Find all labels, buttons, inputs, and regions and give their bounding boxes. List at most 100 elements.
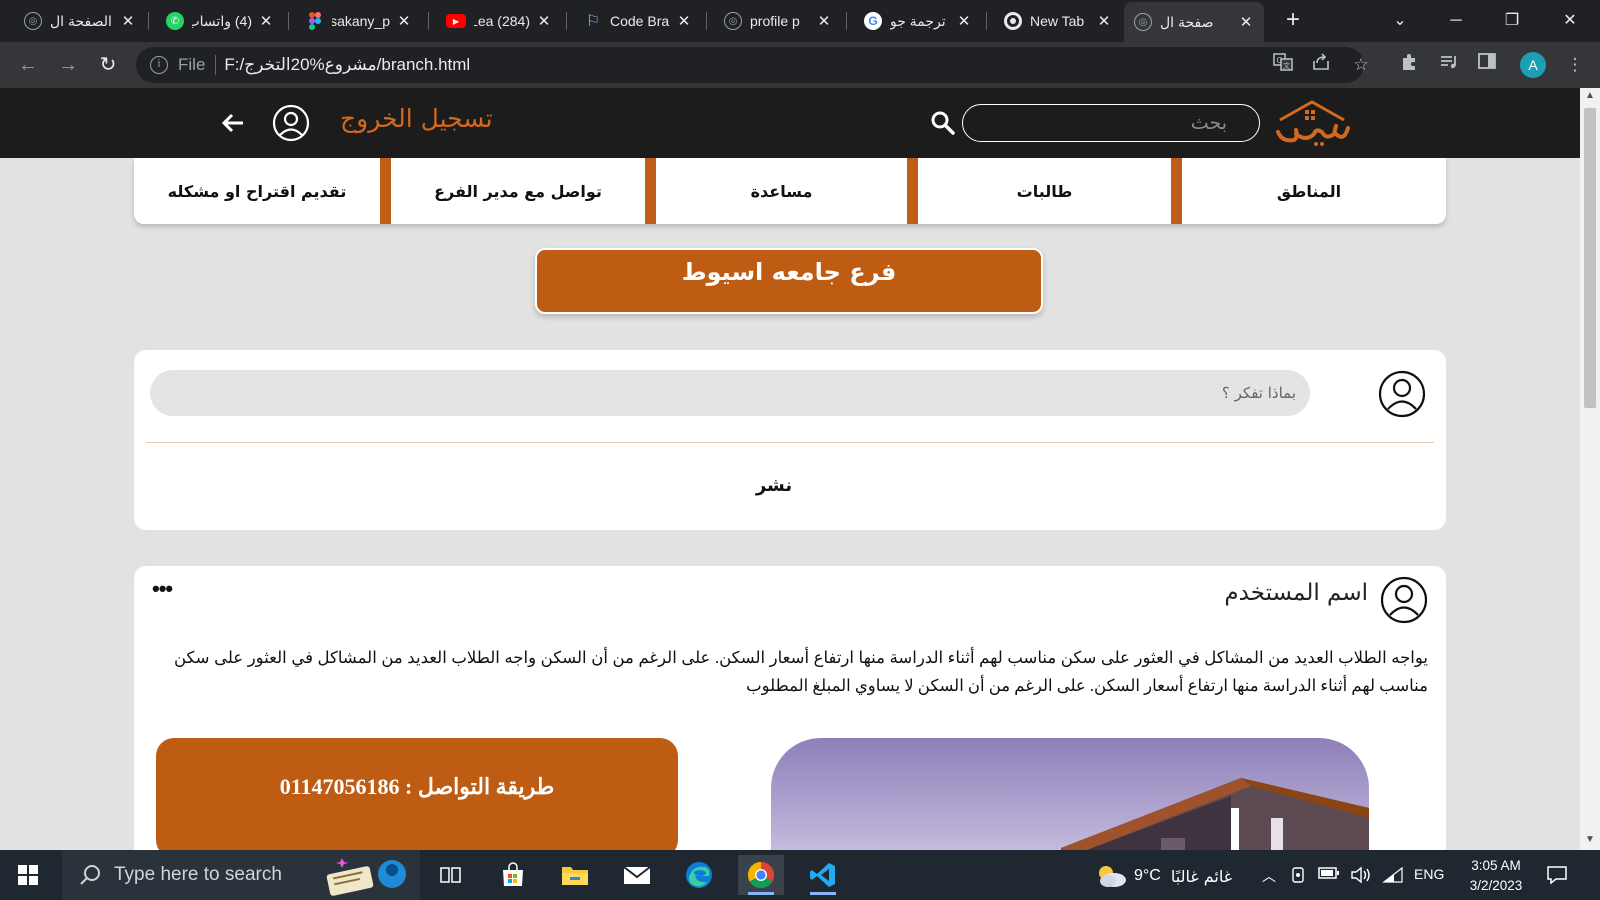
sakany-logo[interactable] xyxy=(1272,98,1352,150)
omnibox-divider xyxy=(215,55,217,75)
address-bar[interactable]: i File F:/مشروع%20التخرج/branch.html xyxy=(136,47,1364,83)
google-icon: G xyxy=(864,12,882,30)
user-profile-icon[interactable] xyxy=(272,104,310,142)
taskbar-file-explorer[interactable] xyxy=(552,855,598,895)
close-tab-icon[interactable]: ✕ xyxy=(816,12,832,30)
share-icon[interactable] xyxy=(1308,52,1334,78)
translate-icon[interactable]: G文 xyxy=(1270,52,1296,78)
close-tab-icon[interactable]: ✕ xyxy=(536,12,552,30)
battery-icon[interactable] xyxy=(1318,866,1340,883)
browser-tab[interactable]: ✆ (4) واتساب ✕ xyxy=(156,4,284,38)
composer-divider xyxy=(146,442,1434,443)
tab-separator xyxy=(288,12,289,30)
browser-tab[interactable]: ◎ الصفحة ال ✕ xyxy=(14,4,146,38)
taskbar-mail[interactable] xyxy=(614,855,660,895)
input-language-indicator[interactable]: ENG xyxy=(1414,866,1444,882)
browser-tab[interactable]: G ترجمة جو ✕ xyxy=(854,4,982,38)
browser-tab[interactable]: ⚐ Code Bra ✕ xyxy=(574,4,702,38)
figma-icon xyxy=(306,12,324,30)
extensions-icon[interactable] xyxy=(1396,52,1422,78)
logout-link[interactable]: تسجيل الخروج xyxy=(340,104,493,133)
menu-item-contact-manager[interactable]: تواصل مع مدير الفرع xyxy=(391,158,645,224)
close-tab-icon[interactable]: ✕ xyxy=(1096,12,1112,30)
taskbar-vscode[interactable] xyxy=(800,855,846,895)
tab-search-chevron-icon[interactable]: ⌄ xyxy=(1380,6,1420,36)
file-scheme-label: File xyxy=(178,55,206,74)
publish-button[interactable]: نشر xyxy=(674,468,874,502)
new-tab-button[interactable]: + xyxy=(1280,8,1306,34)
menu-item-help[interactable]: مساعدة xyxy=(656,158,907,224)
taskbar-microsoft-store[interactable] xyxy=(490,855,536,895)
security-tray-icon[interactable] xyxy=(1290,866,1306,887)
scrollbar-thumb[interactable] xyxy=(1584,108,1596,408)
tab-separator xyxy=(846,12,847,30)
site-search-input[interactable] xyxy=(963,105,1259,141)
show-hidden-icons-chevron-icon[interactable]: ︿ xyxy=(1262,866,1276,886)
post-body-text: يواجه الطلاب العديد من المشاكل في العثور… xyxy=(174,648,1428,695)
close-tab-icon[interactable]: ✕ xyxy=(120,12,136,30)
post-author-avatar-icon[interactable] xyxy=(1380,576,1428,624)
contact-info-box: طريقة التواصل : 01147056186 xyxy=(156,738,678,850)
url-text[interactable]: F:/مشروع%20التخرج/branch.html xyxy=(224,55,470,75)
forward-button[interactable]: → xyxy=(54,51,82,79)
close-tab-icon[interactable]: ✕ xyxy=(258,12,274,30)
minimize-button[interactable]: ─ xyxy=(1436,6,1476,36)
file-explorer-icon xyxy=(562,867,588,885)
mail-icon xyxy=(623,866,651,884)
taskbar-task-view[interactable] xyxy=(428,855,474,895)
taskbar-search-box[interactable]: Type here to search xyxy=(62,850,420,900)
browser-tab[interactable]: sakany_p ✕ xyxy=(296,4,422,38)
taskbar-chrome[interactable] xyxy=(738,855,784,895)
post-text-input[interactable] xyxy=(150,370,1310,416)
wifi-icon[interactable] xyxy=(1382,866,1404,887)
site-search-box[interactable] xyxy=(962,104,1260,142)
browser-tab-bar: ◎ الصفحة ال ✕ ✆ (4) واتساب ✕ sakany_p ✕ … xyxy=(0,0,1600,42)
globe-icon: ◎ xyxy=(724,12,742,30)
browser-tab[interactable]: ▶ (284) Lea ✕ xyxy=(436,4,562,38)
search-highlight-illustration-icon xyxy=(326,858,406,896)
back-arrow-icon[interactable] xyxy=(220,110,246,136)
tab-separator xyxy=(566,12,567,30)
youtube-icon: ▶ xyxy=(446,14,466,28)
taskbar-edge[interactable] xyxy=(676,855,722,895)
post-options-icon[interactable]: ••• xyxy=(152,576,173,602)
clock-time: 3:05 AM xyxy=(1471,858,1521,873)
close-tab-icon[interactable]: ✕ xyxy=(396,12,412,30)
scroll-down-arrow-icon[interactable]: ▼ xyxy=(1584,834,1596,845)
taskbar-clock[interactable]: 3:05 AM 3/2/2023 xyxy=(1456,856,1536,896)
taskbar-search-placeholder: Type here to search xyxy=(114,864,282,885)
restore-button[interactable]: ❐ xyxy=(1492,6,1532,36)
clock-date: 3/2/2023 xyxy=(1469,878,1523,893)
taskbar-weather-widget[interactable]: 9°C غائم غالبًا xyxy=(1094,863,1232,889)
browser-tab[interactable]: New Tab ✕ xyxy=(994,4,1122,38)
chrome-menu-icon[interactable]: ⋮ xyxy=(1562,52,1588,78)
user-avatar-icon xyxy=(1378,370,1426,418)
close-window-button[interactable]: ✕ xyxy=(1550,6,1590,36)
close-tab-icon[interactable]: ✕ xyxy=(956,12,972,30)
close-tab-icon[interactable]: ✕ xyxy=(676,12,692,30)
cloudy-weather-icon xyxy=(1099,866,1126,887)
menu-item-suggestion[interactable]: تقديم اقتراح او مشكله xyxy=(134,158,380,224)
info-icon[interactable]: i xyxy=(150,56,168,74)
profile-avatar[interactable]: A xyxy=(1520,52,1546,78)
browser-tab-active[interactable]: ◎ صفحة ال ✕ xyxy=(1124,2,1264,42)
side-panel-icon[interactable] xyxy=(1474,52,1500,78)
notifications-icon[interactable] xyxy=(1546,865,1568,885)
reload-button[interactable]: ↻ xyxy=(94,51,122,79)
volume-icon[interactable] xyxy=(1350,866,1372,887)
menu-item-female-students[interactable]: طالبات xyxy=(918,158,1171,224)
post-author-name[interactable]: اسم المستخدم xyxy=(1134,580,1368,606)
media-queue-icon[interactable] xyxy=(1436,52,1462,78)
scroll-up-arrow-icon[interactable]: ▲ xyxy=(1584,90,1596,101)
menu-divider xyxy=(1171,158,1182,224)
taskbar-search-icon xyxy=(80,865,100,885)
page-scrollbar[interactable]: ▲ ▼ xyxy=(1580,88,1600,850)
search-icon[interactable] xyxy=(930,110,956,136)
bookmark-star-icon[interactable]: ☆ xyxy=(1348,52,1374,78)
close-tab-icon[interactable]: ✕ xyxy=(1238,13,1254,31)
back-button[interactable]: ← xyxy=(14,51,42,79)
menu-item-regions[interactable]: المناطق xyxy=(1172,158,1446,224)
weather-temperature: 9°C xyxy=(1134,867,1161,884)
windows-start-icon[interactable] xyxy=(18,865,38,885)
browser-tab[interactable]: ◎ profile p ✕ xyxy=(714,4,842,38)
